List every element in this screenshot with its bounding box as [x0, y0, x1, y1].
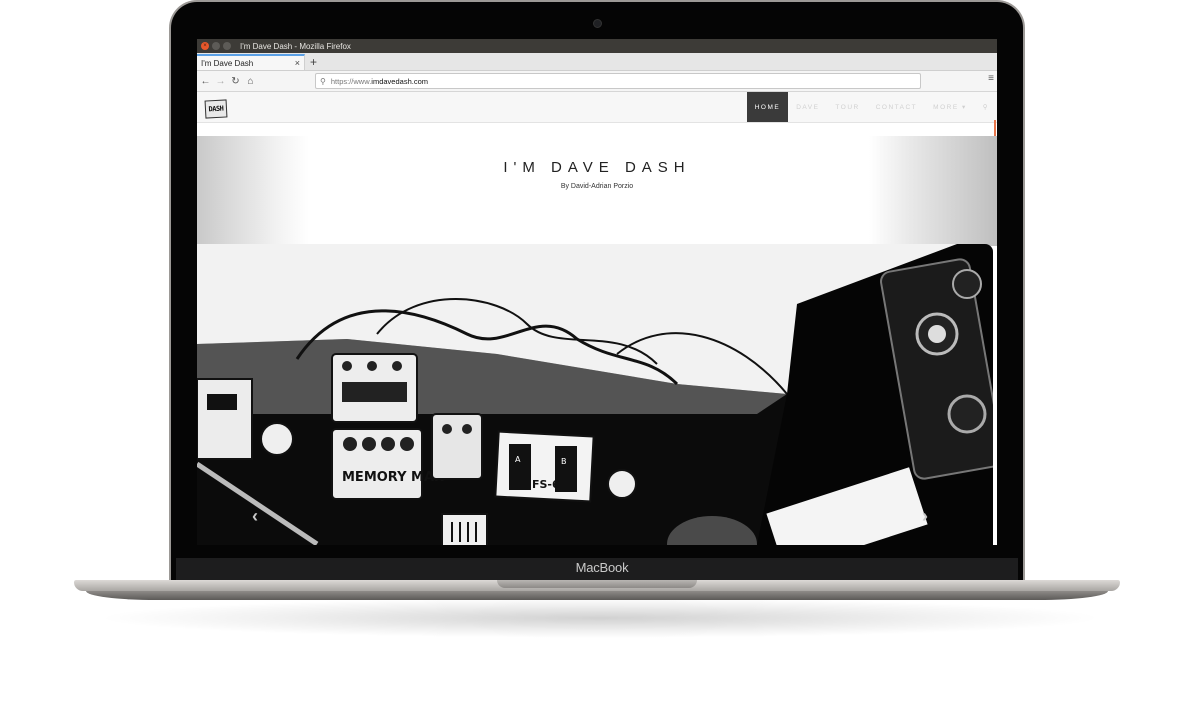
chevron-right-icon[interactable]: ›: [922, 506, 928, 527]
back-icon[interactable]: ←: [199, 76, 212, 87]
search-icon: ⚲: [320, 76, 326, 86]
site-header: DASH HOME DAVE TOUR CONTACT MORE ▾ ⚲: [197, 92, 997, 170]
site-search-icon[interactable]: ⚲: [975, 92, 997, 122]
pedal-label-fs6: FS-6: [532, 478, 560, 491]
pedal-label-b: B: [561, 457, 567, 466]
hero-slider: MEMORY MAN A B FS-6 ‹ ›: [197, 244, 993, 545]
site-nav: HOME DAVE TOUR CONTACT MORE ▾ ⚲: [746, 92, 997, 122]
reload-icon[interactable]: ↻: [229, 76, 242, 87]
laptop-shadow: [95, 598, 1105, 638]
pedal-label-a: A: [515, 455, 521, 464]
tab-bar: I'm Dave Dash × +: [197, 53, 997, 71]
pedal-label-memory-man: MEMORY MAN: [342, 470, 445, 485]
hero-title-area: I'M DAVE DASH By David-Adrian Porzio: [197, 136, 997, 246]
minimize-window-icon[interactable]: [212, 42, 220, 50]
nav-tour[interactable]: TOUR: [827, 92, 867, 122]
browser-tab[interactable]: I'm Dave Dash ×: [197, 54, 305, 70]
hamburger-menu-icon[interactable]: ≡: [988, 73, 994, 84]
page-subtitle: By David-Adrian Porzio: [560, 183, 634, 190]
close-tab-icon[interactable]: ×: [295, 58, 300, 68]
new-tab-button[interactable]: +: [310, 54, 317, 70]
device-label: MacBook: [575, 560, 629, 575]
nav-contact[interactable]: CONTACT: [868, 92, 925, 122]
browser-window: × I'm Dave Dash - Mozilla Firefox I'm Da…: [197, 39, 997, 545]
forward-icon[interactable]: →: [214, 76, 227, 87]
site-logo[interactable]: DASH: [204, 99, 228, 119]
window-title: I'm Dave Dash - Mozilla Firefox: [240, 41, 351, 51]
maximize-window-icon[interactable]: [223, 42, 231, 50]
url-bar[interactable]: ⚲ https://www. imdavedash.com: [315, 73, 921, 89]
pedalboard-photo: MEMORY MAN A B FS-6: [197, 244, 993, 545]
close-window-icon[interactable]: ×: [201, 42, 209, 50]
nav-more[interactable]: MORE ▾: [925, 92, 975, 122]
camera-icon: [593, 19, 602, 28]
navigation-toolbar: ← → ↻ ⌂ ⚲ https://www. imdavedash.com ≡: [197, 71, 997, 92]
url-host: imdavedash.com: [371, 76, 428, 86]
home-icon[interactable]: ⌂: [244, 76, 257, 87]
tab-label: I'm Dave Dash: [201, 58, 254, 68]
nav-home[interactable]: HOME: [746, 92, 789, 122]
url-prefix: https://www.: [330, 76, 372, 86]
window-titlebar: × I'm Dave Dash - Mozilla Firefox: [197, 39, 997, 53]
page-title: I'M DAVE DASH: [503, 159, 691, 176]
laptop-notch: [497, 580, 697, 588]
laptop-base-lip: [86, 591, 1108, 600]
nav-dave[interactable]: DAVE: [788, 92, 827, 122]
chevron-left-icon[interactable]: ‹: [252, 506, 258, 527]
